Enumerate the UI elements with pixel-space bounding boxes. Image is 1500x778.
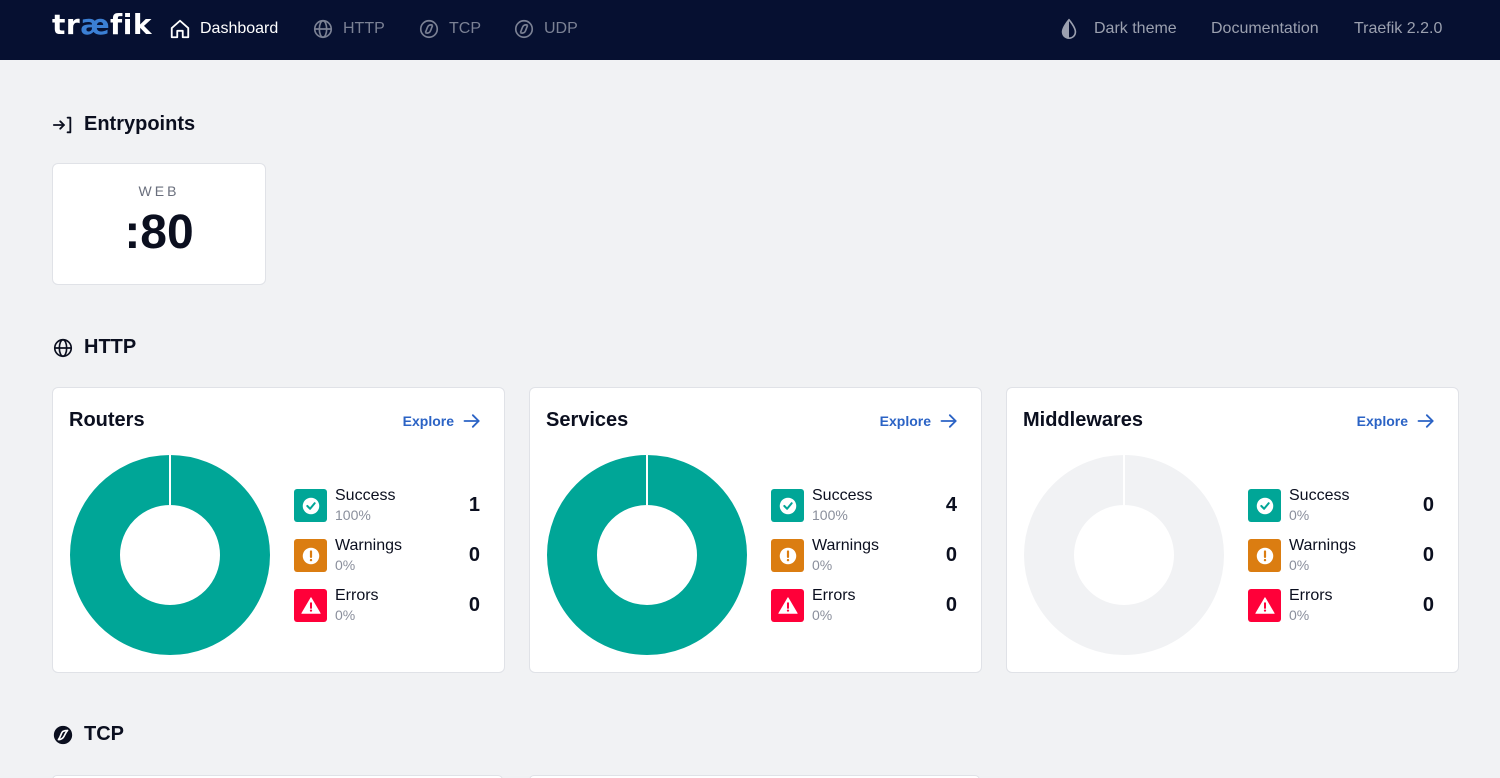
version-label: Traefik 2.2.0: [1354, 20, 1443, 37]
nav-item-http[interactable]: HTTP: [312, 17, 385, 41]
success-badge: [294, 489, 327, 522]
check-circle-icon: [302, 497, 319, 514]
stat-errors: Errors 0% 0: [294, 587, 484, 623]
entrypoint-port: :80: [124, 206, 194, 259]
exclamation-circle-icon: [302, 547, 319, 564]
globe-icon: [53, 338, 73, 357]
warning-badge: [294, 539, 327, 572]
stat-warnings: Warnings 0% 0: [771, 537, 961, 573]
entrypoint-name: WEB: [138, 183, 180, 199]
stat-success: Success 100% 1: [294, 487, 484, 523]
nav-item-udp[interactable]: UDP: [513, 17, 578, 41]
top-navbar: træfik Dashboard HTTP TCP UDP Dark theme…: [0, 0, 1500, 60]
error-badge: [771, 589, 804, 622]
tcp-section-title: TCP: [52, 723, 124, 746]
warning-triangle-icon: [1254, 596, 1275, 614]
exclamation-circle-icon: [1256, 547, 1273, 564]
stat-success: Success 0% 0: [1248, 487, 1438, 523]
card-title: Services: [546, 409, 629, 431]
stat-warnings: Warnings 0% 0: [294, 537, 484, 573]
middlewares-card: Middlewares Explore Success 0% 0 Warning…: [1006, 387, 1459, 673]
login-arrow-icon: [52, 116, 72, 133]
tcp-icon: [419, 19, 439, 39]
warning-badge: [1248, 539, 1281, 572]
services-explore-link[interactable]: Explore: [880, 411, 959, 431]
droplet-half-icon: [1061, 18, 1077, 39]
nav-item-tcp[interactable]: TCP: [418, 17, 481, 41]
routers-donut-chart: [70, 455, 270, 655]
check-circle-icon: [1256, 497, 1273, 514]
http-section-title: HTTP: [52, 336, 136, 359]
error-badge: [1248, 589, 1281, 622]
warning-triangle-icon: [300, 596, 321, 614]
services-donut-chart: [547, 455, 747, 655]
middlewares-explore-link[interactable]: Explore: [1357, 411, 1436, 431]
card-title: Middlewares: [1023, 409, 1144, 431]
stat-warnings: Warnings 0% 0: [1248, 537, 1438, 573]
globe-icon: [313, 19, 333, 39]
card-title: Routers: [69, 409, 145, 431]
stat-success: Success 100% 4: [771, 487, 961, 523]
stat-errors: Errors 0% 0: [1248, 587, 1438, 623]
documentation-link[interactable]: Documentation: [1211, 17, 1319, 41]
stat-errors: Errors 0% 0: [771, 587, 961, 623]
routers-card: Routers Explore Success 100% 1 Warnings …: [52, 387, 505, 673]
arrow-right-icon: [940, 414, 957, 428]
home-icon: [170, 19, 190, 39]
warning-triangle-icon: [777, 596, 798, 614]
entrypoint-card-web: WEB :80: [52, 163, 266, 285]
error-badge: [294, 589, 327, 622]
udp-icon: [514, 19, 534, 39]
arrow-right-icon: [463, 414, 480, 428]
success-badge: [771, 489, 804, 522]
traefik-logo[interactable]: træfik: [52, 8, 152, 41]
middlewares-donut-chart: [1024, 455, 1224, 655]
arrow-right-icon: [1417, 414, 1434, 428]
warning-badge: [771, 539, 804, 572]
tcp-icon: [53, 725, 73, 744]
exclamation-circle-icon: [779, 547, 796, 564]
routers-explore-link[interactable]: Explore: [403, 411, 482, 431]
success-badge: [1248, 489, 1281, 522]
nav-item-dashboard[interactable]: Dashboard: [169, 17, 278, 41]
entrypoints-section-title: Entrypoints: [52, 113, 195, 136]
check-circle-icon: [779, 497, 796, 514]
dark-theme-toggle[interactable]: Dark theme: [1058, 17, 1177, 41]
services-card: Services Explore Success 100% 4 Warnings…: [529, 387, 982, 673]
